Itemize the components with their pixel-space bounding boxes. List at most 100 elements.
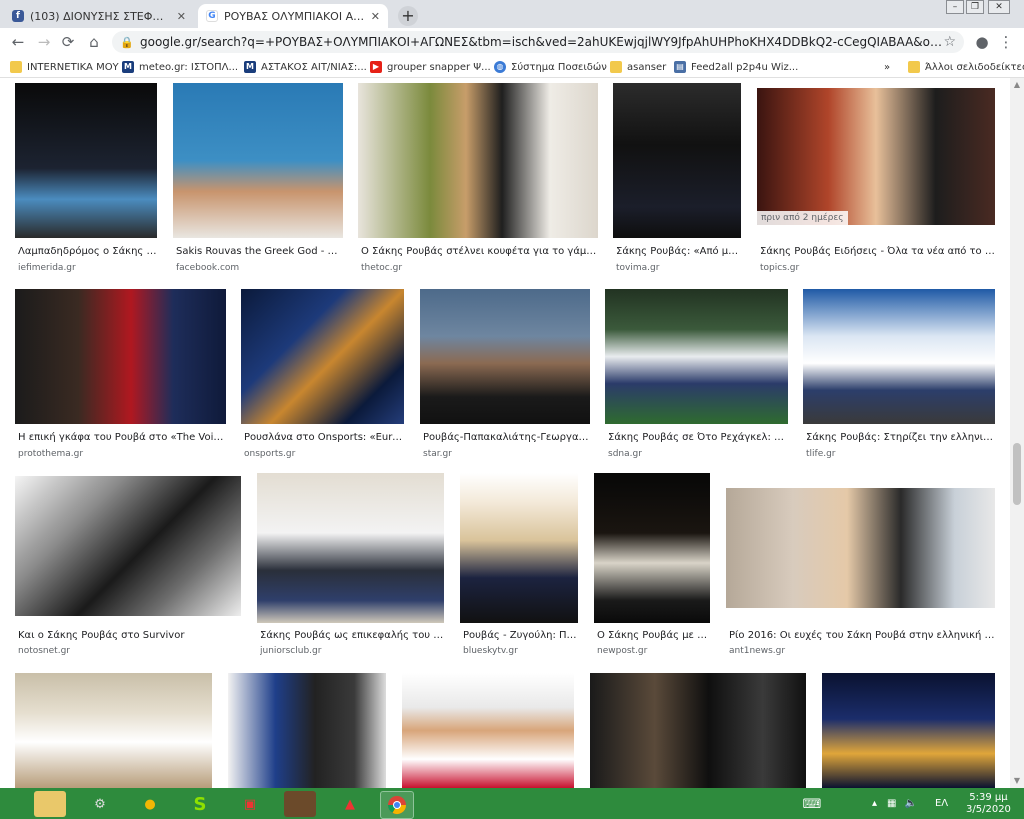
image-result[interactable]: [402, 673, 574, 788]
blocks-app-icon[interactable]: ▲: [334, 791, 366, 817]
back-button[interactable]: ←: [8, 32, 28, 52]
language-indicator[interactable]: ΕΛ: [935, 798, 948, 809]
chrome-icon[interactable]: [380, 791, 414, 819]
image-result[interactable]: Ρίο 2016: Οι ευχές του Σάκη Ρουβά στην ε…: [726, 488, 995, 661]
clock[interactable]: 5:39 μμ 3/5/2020: [966, 788, 1011, 819]
result-source[interactable]: protothema.gr: [18, 449, 226, 459]
result-source[interactable]: newpost.gr: [597, 646, 710, 656]
image-result[interactable]: Ο Σάκης Ρουβάς με τη... newpost.gr: [594, 473, 710, 661]
reload-button[interactable]: ⟳: [58, 32, 78, 52]
bookmark-feed2all[interactable]: ▤ Feed2all p2p4u Wiz...: [674, 59, 798, 75]
image-result[interactable]: Ρουσλάνα στο Onsports: «Eurovis... onspo…: [241, 289, 404, 459]
s-app-icon[interactable]: S: [184, 791, 216, 817]
result-source[interactable]: juniorsclub.gr: [260, 646, 444, 656]
result-caption[interactable]: Ρουβάς - Ζυγούλη: Πήρ...: [463, 630, 578, 641]
result-thumbnail[interactable]: [726, 488, 995, 608]
popcorn-app-icon[interactable]: ▣: [234, 791, 266, 817]
result-source[interactable]: notosnet.gr: [18, 646, 241, 656]
bookmark-star-icon[interactable]: ☆: [943, 34, 956, 50]
minimize-button[interactable]: –: [946, 0, 964, 14]
result-caption[interactable]: Sakis Rouvas the Greek God - Post...: [176, 246, 343, 257]
close-icon[interactable]: ✕: [177, 10, 186, 23]
bookmark-poseidon[interactable]: ◍ Σύστημα Ποσειδών: [494, 59, 607, 75]
result-thumbnail[interactable]: [257, 473, 444, 623]
result-thumbnail[interactable]: [402, 673, 574, 788]
new-tab-button[interactable]: +: [398, 6, 418, 26]
result-caption[interactable]: Σάκης Ρουβάς Ειδήσεις - Όλα τα νέα από τ…: [760, 246, 995, 257]
address-bar[interactable]: 🔒 google.gr/search?q=+ΡΟΥΒΑΣ+ΟΛΥΜΠΙΑΚΟΙ+…: [112, 31, 964, 53]
image-result[interactable]: [228, 673, 386, 788]
file-explorer-icon[interactable]: [34, 791, 66, 817]
image-result[interactable]: Σάκης Ρουβάς: Στηρίζει την ελληνική ο...…: [803, 289, 995, 459]
result-caption[interactable]: Η επική γκάφα του Ρουβά στο «The Voice»: [18, 432, 226, 443]
bookmark-astakos[interactable]: M ΑΣΤΑΚΟΣ ΑΙΤ/ΝΙΑΣ:...: [244, 59, 367, 75]
result-source[interactable]: onsports.gr: [244, 449, 404, 459]
scroll-down-icon[interactable]: ▼: [1010, 774, 1024, 788]
image-result[interactable]: [590, 673, 806, 788]
result-thumbnail[interactable]: [590, 673, 806, 788]
network-icon[interactable]: ▦: [887, 798, 896, 809]
image-result[interactable]: Ρουβάς - Ζυγούλη: Πήρ... blueskytv.gr: [460, 473, 578, 661]
image-result[interactable]: Και ο Σάκης Ρουβάς στο Survivor notosnet…: [15, 476, 241, 661]
result-thumbnail[interactable]: [228, 673, 386, 788]
messenger-app-icon[interactable]: ●: [134, 791, 166, 817]
volume-icon[interactable]: 🔈: [904, 798, 916, 809]
image-result[interactable]: Σάκης Ρουβάς ως επικεφαλής του πρ... jun…: [257, 473, 444, 661]
result-source[interactable]: thetoc.gr: [361, 263, 598, 273]
result-thumbnail[interactable]: [594, 473, 710, 623]
result-source[interactable]: ant1news.gr: [729, 646, 995, 656]
result-thumbnail[interactable]: [15, 476, 241, 616]
bookmark-internetika[interactable]: INTERNETIKA ΜΟΥ: [10, 59, 119, 75]
result-thumbnail[interactable]: [15, 289, 226, 424]
result-caption[interactable]: Και ο Σάκης Ρουβάς στο Survivor: [18, 630, 241, 641]
bookmarks-overflow-button[interactable]: »: [884, 59, 890, 75]
bookmark-meteo[interactable]: M meteo.gr: ΙΣΤΟΠΛ...: [122, 59, 238, 75]
scrollbar-thumb[interactable]: [1013, 443, 1021, 505]
result-thumbnail[interactable]: [15, 83, 157, 238]
home-button[interactable]: ⌂: [84, 32, 104, 52]
result-thumbnail[interactable]: [358, 83, 598, 238]
bookmark-asanser[interactable]: asanser: [610, 59, 666, 75]
result-thumbnail[interactable]: [460, 473, 578, 623]
game-app-icon[interactable]: [284, 791, 316, 817]
close-icon[interactable]: ✕: [371, 10, 380, 23]
tray-arrow-icon[interactable]: ▴: [872, 798, 877, 809]
result-caption[interactable]: Σάκης Ρουβάς: «Από μικρ...: [616, 246, 741, 257]
result-thumbnail[interactable]: [822, 673, 995, 788]
lock-icon[interactable]: 🔒: [120, 36, 134, 49]
result-caption[interactable]: Ο Σάκης Ρουβάς με τη...: [597, 630, 710, 641]
result-caption[interactable]: Σάκης Ρουβάς ως επικεφαλής του πρ...: [260, 630, 444, 641]
result-caption[interactable]: Ρουβάς-Παπακαλιάτης-Γεωργαντά...: [423, 432, 590, 443]
result-caption[interactable]: Σάκης Ρουβάς: Στηρίζει την ελληνική ο...: [806, 432, 995, 443]
result-thumbnail[interactable]: [241, 289, 404, 424]
bookmark-other[interactable]: Άλλοι σελιδοδείκτες: [908, 59, 1024, 75]
image-result[interactable]: Sakis Rouvas the Greek God - Post... fac…: [173, 83, 343, 273]
image-result[interactable]: [15, 673, 212, 788]
image-result[interactable]: Η επική γκάφα του Ρουβά στο «The Voice» …: [15, 289, 226, 459]
menu-kebab-icon[interactable]: ⋮: [996, 32, 1016, 52]
result-caption[interactable]: Ρουσλάνα στο Onsports: «Eurovis...: [244, 432, 404, 443]
tab-facebook[interactable]: f (103) ΔΙΟΝΥΣΗΣ ΣΤΕΦΑΝΙΔΑΚΗΣ ✕: [4, 4, 194, 28]
forward-button[interactable]: →: [34, 32, 54, 52]
image-result[interactable]: Σάκης Ρουβάς σε Ότο Ρεχάγκελ: Τι κ... sd…: [605, 289, 788, 459]
result-source[interactable]: star.gr: [423, 449, 590, 459]
wheel-app-icon[interactable]: ⚙: [84, 791, 116, 817]
result-caption[interactable]: Λαμπαδηδρόμος ο Σάκης Ρο...: [18, 246, 157, 257]
result-thumbnail[interactable]: πριν από 2 ημέρες: [757, 88, 995, 225]
result-caption[interactable]: Ο Σάκης Ρουβάς στέλνει κουφέτα για το γά…: [361, 246, 598, 257]
result-source[interactable]: topics.gr: [760, 263, 995, 273]
result-thumbnail[interactable]: [15, 673, 212, 788]
image-result[interactable]: Λαμπαδηδρόμος ο Σάκης Ρο... iefimerida.g…: [15, 83, 157, 273]
result-caption[interactable]: Ρίο 2016: Οι ευχές του Σάκη Ρουβά στην ε…: [729, 630, 995, 641]
image-result[interactable]: Ρουβάς-Παπακαλιάτης-Γεωργαντά... star.gr: [420, 289, 590, 459]
bookmark-grouper[interactable]: ▶ grouper snapper Ψ...: [370, 59, 491, 75]
restore-button[interactable]: ❐: [966, 0, 984, 14]
result-caption[interactable]: Σάκης Ρουβάς σε Ότο Ρεχάγκελ: Τι κ...: [608, 432, 788, 443]
result-thumbnail[interactable]: [613, 83, 741, 238]
result-source[interactable]: tovima.gr: [616, 263, 741, 273]
result-thumbnail[interactable]: [803, 289, 995, 424]
image-result[interactable]: Σάκης Ρουβάς: «Από μικρ... tovima.gr: [613, 83, 741, 273]
tab-google-images[interactable]: G ΡΟΥΒΑΣ ΟΛΥΜΠΙΑΚΟΙ ΑΓΩΝΕΣ ✕: [198, 4, 388, 28]
vertical-scrollbar[interactable]: ▲ ▼: [1010, 78, 1024, 788]
result-thumbnail[interactable]: [173, 83, 343, 238]
